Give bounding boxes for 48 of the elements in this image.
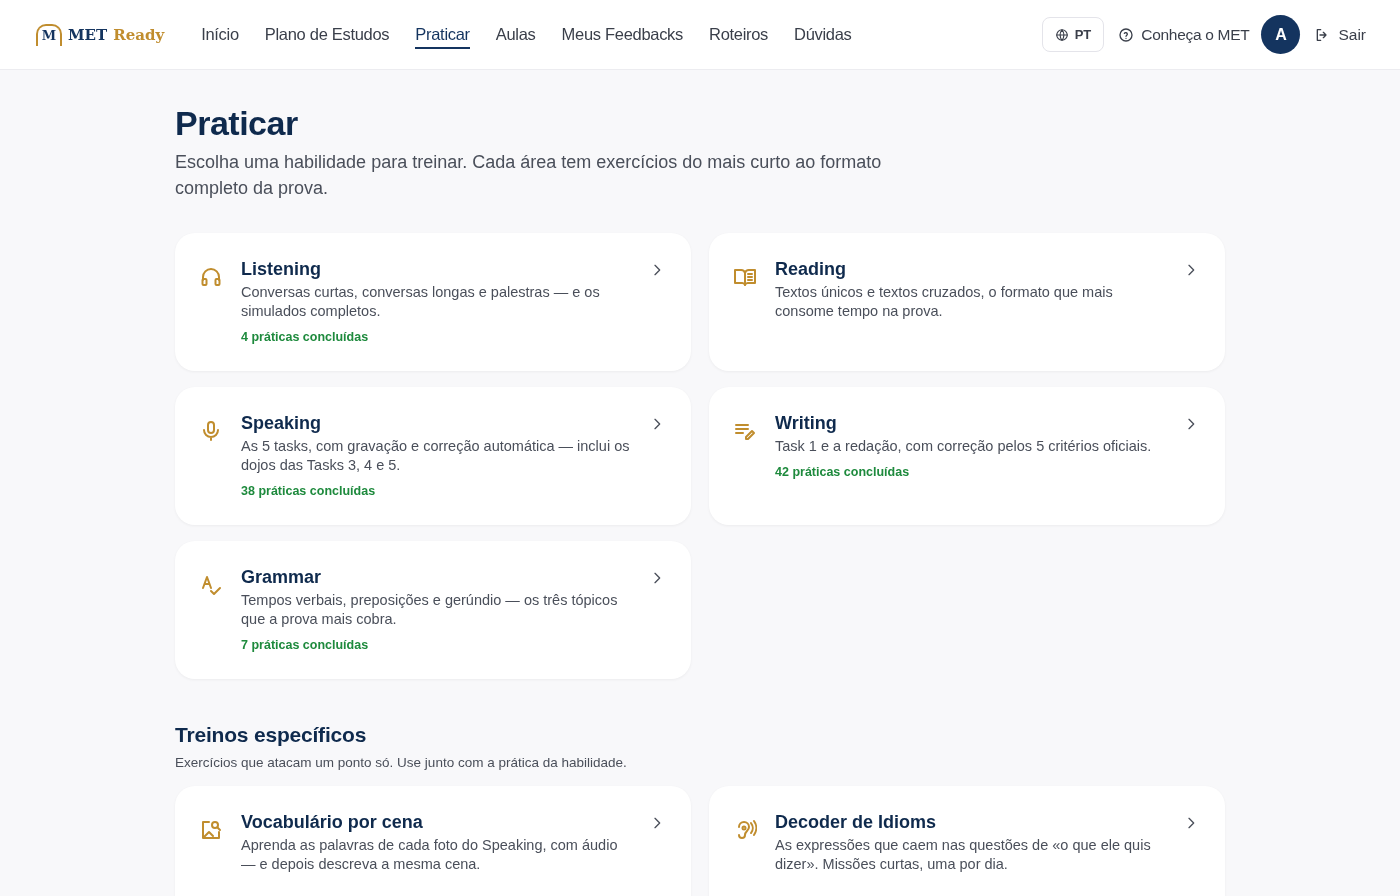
progress-text: 38 práticas concluídas (241, 484, 377, 498)
skill-card[interactable]: Grammar Tempos verbais, preposições e gerúndio — os três tópicos que a prova mais cobra. 7 práticas concluídas (175, 541, 691, 679)
card-title: Grammar (241, 567, 323, 588)
section-title: Treinos específicos (175, 723, 368, 747)
language-button[interactable]: PT (1041, 17, 1105, 52)
nav-link[interactable]: Início (188, 19, 252, 50)
skill-card[interactable]: Vocabulário por cena Aprenda as palavras de cada foto do Speaking, com áudio — e depois descreva a mesma cena. (175, 786, 691, 896)
progress-text: 7 práticas concluídas (241, 638, 370, 652)
progress-text: 42 práticas concluídas (775, 465, 911, 479)
card-description: Aprenda as palavras de cada foto do Speaking, com áudio — e depois descreva a mesma cena. (241, 836, 619, 874)
card-description: Conversas curtas, conversas longas e palestras — e os simulados completos. (241, 283, 601, 321)
image-search-icon (199, 818, 223, 842)
page-title: Praticar (175, 104, 299, 143)
skill-card[interactable]: Speaking As 5 tasks, com gravação e correção automática — inclui os dojos das Tasks 3, 4 e 5. 38 práticas concluídas (175, 387, 691, 525)
card-title: Decoder de Idioms (775, 812, 938, 833)
globe-icon (1054, 27, 1069, 42)
card-description: As expressões que caem nas questões de «o que ele quis dizer». Missões curtas, uma por dia. (775, 836, 1152, 874)
help-icon (1118, 26, 1135, 43)
avatar[interactable]: A (1261, 15, 1301, 54)
card-title: Reading (775, 259, 847, 280)
card-title: Writing (775, 413, 838, 434)
nav-link[interactable]: Roteiros (696, 19, 782, 50)
nav-link[interactable]: Meus Feedbacks (548, 19, 696, 50)
nav-link[interactable]: Plano de Estudos (251, 19, 403, 50)
about-link[interactable]: Conheça o MET (1118, 25, 1250, 44)
logo-text: Ready (113, 25, 165, 44)
skill-card[interactable]: Reading Textos únicos e textos cruzados, o formato que mais consome tempo na prova. (709, 233, 1225, 371)
nav-link[interactable]: Praticar (402, 19, 483, 50)
card-title: Vocabulário por cena (241, 812, 424, 833)
card-description: Textos únicos e textos cruzados, o formato que mais consome tempo na prova. (775, 283, 1114, 321)
card-description: As 5 tasks, com gravação e correção automática — inclui os dojos das Tasks 3, 4 e 5. (241, 437, 631, 475)
skill-card[interactable]: Listening Conversas curtas, conversas longas e palestras — e os simulados completos. 4 práticas concluídas (175, 233, 691, 371)
logo-mark: M (36, 23, 62, 46)
card-title: Speaking (241, 413, 323, 434)
spell-check-icon (199, 573, 223, 597)
page-subtitle: Escolha uma habilidade para treinar. Cada área tem exercícios do mais curto ao formato completo da prova. (175, 151, 883, 200)
headphones-icon (199, 265, 223, 289)
logout-link[interactable]: Sair (1314, 25, 1366, 44)
skill-card[interactable]: Decoder de Idioms As expressões que caem nas questões de «o que ele quis dizer». Missões curtas, uma por dia. (709, 786, 1225, 896)
nav-link[interactable]: Aulas (482, 19, 549, 50)
section-subtitle: Exercícios que atacam um ponto só. Use junto com a prática da habilidade. (175, 755, 628, 770)
card-title: Listening (241, 259, 322, 280)
logo-text: MET (68, 25, 108, 44)
nav-link[interactable]: Dúvidas (781, 19, 865, 50)
skill-card[interactable]: Writing Task 1 e a redação, com correção pelos 5 critérios oficiais. 42 práticas concluídas (709, 387, 1225, 525)
progress-text: 4 práticas concluídas (241, 330, 370, 344)
card-description: Task 1 e a redação, com correção pelos 5 critérios oficiais. (775, 437, 1153, 456)
card-description: Tempos verbais, preposições e gerúndio — os três tópicos que a prova mais cobra. (241, 591, 619, 629)
